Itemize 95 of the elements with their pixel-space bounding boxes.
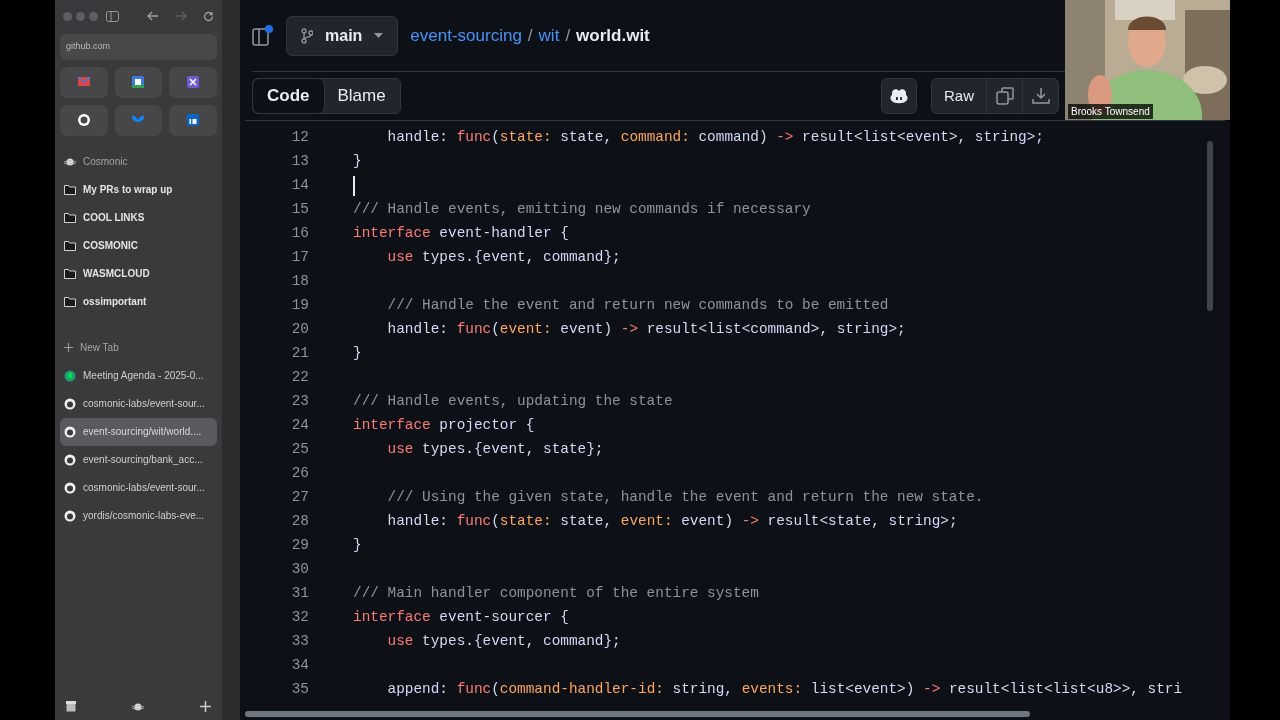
envelope-icon	[76, 75, 91, 89]
new-tab-button[interactable]: New Tab	[60, 333, 217, 362]
line-number: 26	[290, 464, 309, 484]
line-number: 24	[290, 416, 309, 436]
code-line: }	[353, 344, 362, 364]
view-tab[interactable]: Blame	[323, 79, 400, 113]
line-number: 12	[290, 128, 309, 148]
branch-icon	[301, 27, 313, 44]
line-number: 16	[290, 224, 309, 244]
app-icon	[186, 75, 201, 89]
line-number: 25	[290, 440, 309, 460]
file-name: world.wit	[576, 24, 650, 47]
line-number: 33	[290, 632, 309, 652]
code-line: /// Handle events, emitting new commands if necessary	[353, 200, 811, 220]
code-line: /// Handle events, updating the state	[353, 392, 673, 412]
code-line: /// Using the given state, handle the event and return the new state.	[386, 488, 984, 508]
browser-tab[interactable]: Meeting Agenda - 2025-0...	[60, 361, 217, 390]
line-number: 14	[290, 176, 309, 196]
folder-icon	[64, 240, 76, 251]
folder-icon	[64, 296, 76, 307]
line-number: 23	[290, 392, 309, 412]
copilot-button[interactable]	[881, 78, 917, 114]
code-line: handle: func(state: state, event: event) -> result<state, string>;	[386, 512, 958, 532]
folder-item[interactable]: COSMONIC	[60, 231, 217, 260]
breadcrumb-link[interactable]: event-sourcing	[410, 22, 522, 49]
line-number: 27	[290, 488, 309, 508]
folder-icon	[64, 184, 76, 195]
code-line: use types.{event, state};	[386, 440, 604, 460]
line-number: 18	[290, 272, 309, 292]
line-number: 34	[290, 656, 309, 676]
line-number: 22	[290, 368, 309, 388]
line-number: 13	[290, 152, 309, 172]
browser-tab[interactable]: cosmonic-labs/event-sour...	[60, 389, 217, 418]
space-name[interactable]: Cosmonic	[83, 154, 128, 169]
line-number: 17	[290, 248, 309, 268]
line-number: 35	[290, 680, 309, 700]
code-line: handle: func(state: state, command: command) -> result<list<event>, string>;	[386, 128, 1044, 148]
browser-tab[interactable]: yordis/cosmonic-labs-eve...	[60, 501, 217, 530]
line-number: 29	[290, 536, 309, 556]
line-number: 21	[290, 344, 309, 364]
participant-name: Brooks Townsend	[1068, 104, 1153, 119]
folder-icon	[64, 212, 76, 223]
side-panel-icon[interactable]	[252, 24, 274, 47]
browser-tab[interactable]: event-sourcing/bank_acc...	[60, 445, 217, 474]
code-line: /// Handle the event and return new commands to be emitted	[386, 296, 889, 316]
pinned-tab[interactable]	[60, 104, 108, 136]
robot-icon	[889, 87, 909, 105]
line-number: 28	[290, 512, 309, 532]
caret-icon	[374, 33, 384, 38]
horizontal-scrollbar[interactable]	[245, 711, 1030, 717]
folder-item[interactable]: COOL LINKS	[60, 203, 217, 232]
browser-tab[interactable]: cosmonic-labs/event-sour...	[60, 473, 217, 502]
breadcrumb-link[interactable]: wit	[538, 22, 560, 49]
folder-item[interactable]: ossimportant	[60, 287, 217, 316]
line-number: 19	[290, 296, 309, 316]
pinned-tab[interactable]	[169, 104, 217, 136]
square-logo-icon	[186, 113, 201, 127]
planet-icon[interactable]	[132, 701, 144, 712]
calendar-icon	[131, 75, 146, 89]
code-line: }	[353, 152, 362, 172]
view-tab[interactable]: Code	[253, 79, 324, 113]
path-separator: /	[565, 24, 571, 47]
line-number: 32	[290, 608, 309, 628]
code-line: append: func(command-handler-id: string, events: list<event>) -> result<list<list<u8>>, stri	[386, 680, 1183, 700]
plus-icon[interactable]	[200, 701, 211, 712]
archive-icon[interactable]	[66, 701, 76, 712]
vertical-scrollbar[interactable]	[1207, 141, 1213, 311]
folder-icon	[64, 268, 76, 279]
code-line: use types.{event, command};	[386, 248, 621, 268]
download-icon	[1031, 87, 1050, 105]
folder-item[interactable]: WASMCLOUD	[60, 259, 217, 288]
code-line: use types.{event, command};	[386, 632, 621, 652]
copy-icon	[995, 87, 1014, 105]
line-number: 31	[290, 584, 309, 604]
document-icon	[64, 369, 76, 382]
line-number: 15	[290, 200, 309, 220]
browser-tab[interactable]: event-sourcing/wit/world....	[60, 417, 217, 446]
address-field[interactable]: github.com	[60, 34, 217, 60]
code-line: /// Main handler component of the entire system	[353, 584, 759, 604]
code-line: interface event-handler {	[353, 224, 569, 244]
plus-icon	[64, 343, 73, 352]
line-number: 30	[290, 560, 309, 580]
code-line: interface projector {	[353, 416, 535, 436]
reload-icon[interactable]	[203, 10, 214, 22]
folder-item[interactable]: My PRs to wrap up	[60, 175, 217, 204]
code-line: }	[353, 536, 362, 556]
code-line: interface event-sourcer {	[353, 608, 569, 628]
path-separator: /	[527, 24, 533, 47]
planet-icon	[64, 156, 76, 167]
branch-button[interactable]: main	[286, 15, 399, 56]
pinned-tab[interactable]	[114, 66, 163, 98]
line-number: 20	[290, 320, 309, 340]
sidebar-toggle-icon[interactable]	[106, 10, 119, 22]
back-arrow-icon[interactable]	[147, 11, 159, 21]
code-line: handle: func(event: event) -> result<list<command>, string>;	[386, 320, 906, 340]
